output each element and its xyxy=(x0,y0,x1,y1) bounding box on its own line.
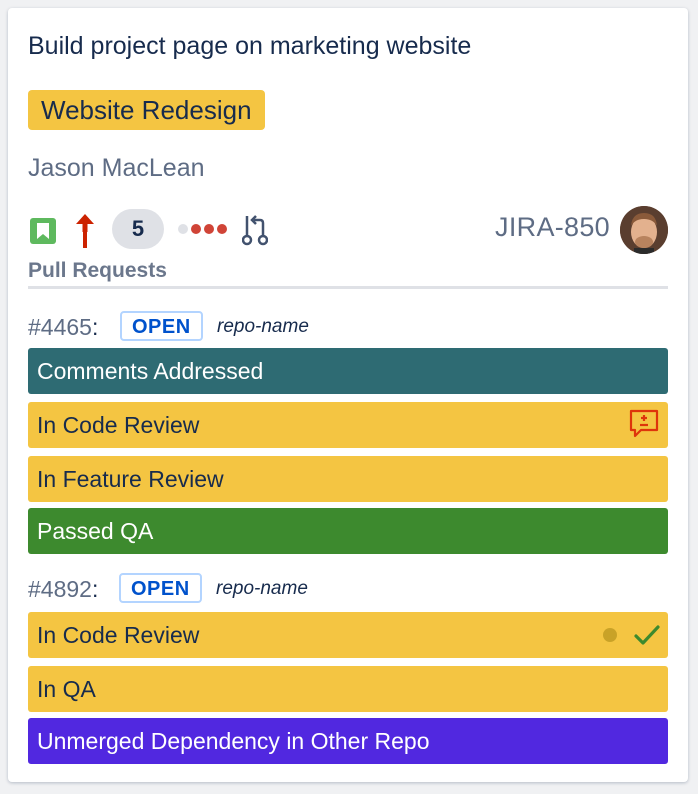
pr-status-bar: Unmerged Dependency in Other Repo xyxy=(28,718,668,764)
issue-title[interactable]: Build project page on marketing website xyxy=(28,32,471,61)
pr-status-bar: In Feature Review xyxy=(28,456,668,502)
pr-status-label: Unmerged Dependency in Other Repo xyxy=(37,728,430,754)
pull-request-icon xyxy=(242,215,268,246)
pr-status-bar: Comments Addressed xyxy=(28,348,668,394)
issue-meta-row: 5 JIRA-850 xyxy=(28,206,668,256)
pending-dot-icon xyxy=(603,628,617,642)
issue-card[interactable]: Build project page on marketing website … xyxy=(8,8,688,782)
pull-request-header: #4892: OPEN repo-name xyxy=(28,573,668,605)
assignee-avatar[interactable] xyxy=(620,206,668,254)
pr-status-bar: In Code Review xyxy=(28,402,668,448)
pr-status-label: In QA xyxy=(37,676,96,702)
pr-status-bar: Passed QA xyxy=(28,508,668,554)
pr-status-bar: In QA xyxy=(28,666,668,712)
epic-label[interactable]: Website Redesign xyxy=(28,90,265,130)
comment-plus-minus-icon xyxy=(629,409,659,438)
checkmark-icon xyxy=(634,625,660,645)
dots-icon xyxy=(178,224,227,234)
bookmark-icon xyxy=(30,218,56,244)
arrow-up-icon xyxy=(76,214,94,248)
pr-number[interactable]: #4892 xyxy=(28,576,92,602)
pr-status-label: In Code Review xyxy=(37,412,200,438)
pr-number-text: #4465: xyxy=(28,314,98,341)
issue-key[interactable]: JIRA-850 xyxy=(495,212,610,243)
pr-status-label: Passed QA xyxy=(37,518,154,544)
pr-number[interactable]: #4465 xyxy=(28,314,92,340)
pr-state-badge: OPEN xyxy=(119,573,202,603)
pr-status-bar: In Code Review xyxy=(28,612,668,658)
pr-repo-name[interactable]: repo-name xyxy=(216,578,308,600)
pr-status-label: Comments Addressed xyxy=(37,358,264,384)
pr-colon: : xyxy=(91,576,99,602)
pull-request-header: #4465: OPEN repo-name xyxy=(28,311,668,343)
pr-number-text: #4892: xyxy=(28,576,98,603)
pr-status-label: In Feature Review xyxy=(37,466,224,492)
assignee-name: Jason MacLean xyxy=(28,154,205,182)
story-points-badge: 5 xyxy=(112,209,164,249)
pr-repo-name[interactable]: repo-name xyxy=(217,316,309,338)
pr-state-badge: OPEN xyxy=(120,311,203,341)
pr-colon: : xyxy=(91,314,99,340)
pr-status-label: In Code Review xyxy=(37,622,200,648)
pull-requests-heading: Pull Requests xyxy=(28,259,668,289)
